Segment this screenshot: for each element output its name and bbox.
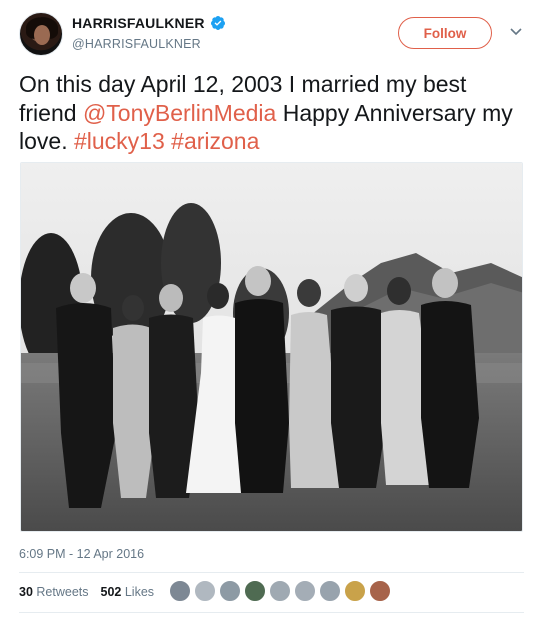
tweet-header: HARRISFAULKNER @HARRISFAULKNER Follow (0, 0, 533, 64)
author-avatar[interactable] (19, 12, 63, 56)
retweets-label: Retweets (36, 585, 89, 599)
hashtag-link[interactable]: #arizona (171, 128, 259, 154)
liker-avatar[interactable] (294, 580, 316, 602)
follow-button[interactable]: Follow (398, 17, 492, 49)
liker-avatars (169, 580, 391, 602)
author-handle[interactable]: @HARRISFAULKNER (72, 37, 201, 51)
liker-avatar[interactable] (344, 580, 366, 602)
likes-label: Likes (124, 585, 155, 599)
liker-avatar[interactable] (319, 580, 341, 602)
chevron-down-icon[interactable] (509, 27, 523, 37)
liker-avatar[interactable] (269, 580, 291, 602)
tweet-text: On this day April 12, 2003 I married my … (19, 70, 524, 156)
liker-avatar[interactable] (169, 580, 191, 602)
author-name-row: HARRISFAULKNER (72, 15, 226, 31)
retweets-stat[interactable]: 30 Retweets (19, 585, 89, 599)
likes-stat[interactable]: 502 Likes (101, 585, 155, 599)
liker-avatar[interactable] (194, 580, 216, 602)
divider (19, 572, 524, 573)
tweet-timestamp[interactable]: 6:09 PM - 12 Apr 2016 (19, 547, 144, 561)
hashtag-link[interactable]: #lucky13 (74, 128, 165, 154)
author-display-name[interactable]: HARRISFAULKNER (72, 15, 205, 31)
tweet-stats: 30 Retweets 502 Likes (19, 585, 154, 599)
tweet-photo[interactable] (20, 162, 523, 532)
liker-avatar[interactable] (219, 580, 241, 602)
mention-link[interactable]: @TonyBerlinMedia (83, 100, 276, 126)
wedding-photo-image (21, 163, 522, 531)
verified-badge-icon (210, 16, 225, 30)
likes-count: 502 (100, 585, 122, 599)
retweets-count: 30 (19, 585, 33, 599)
liker-avatar[interactable] (244, 580, 266, 602)
liker-avatar[interactable] (369, 580, 391, 602)
divider (19, 612, 524, 613)
